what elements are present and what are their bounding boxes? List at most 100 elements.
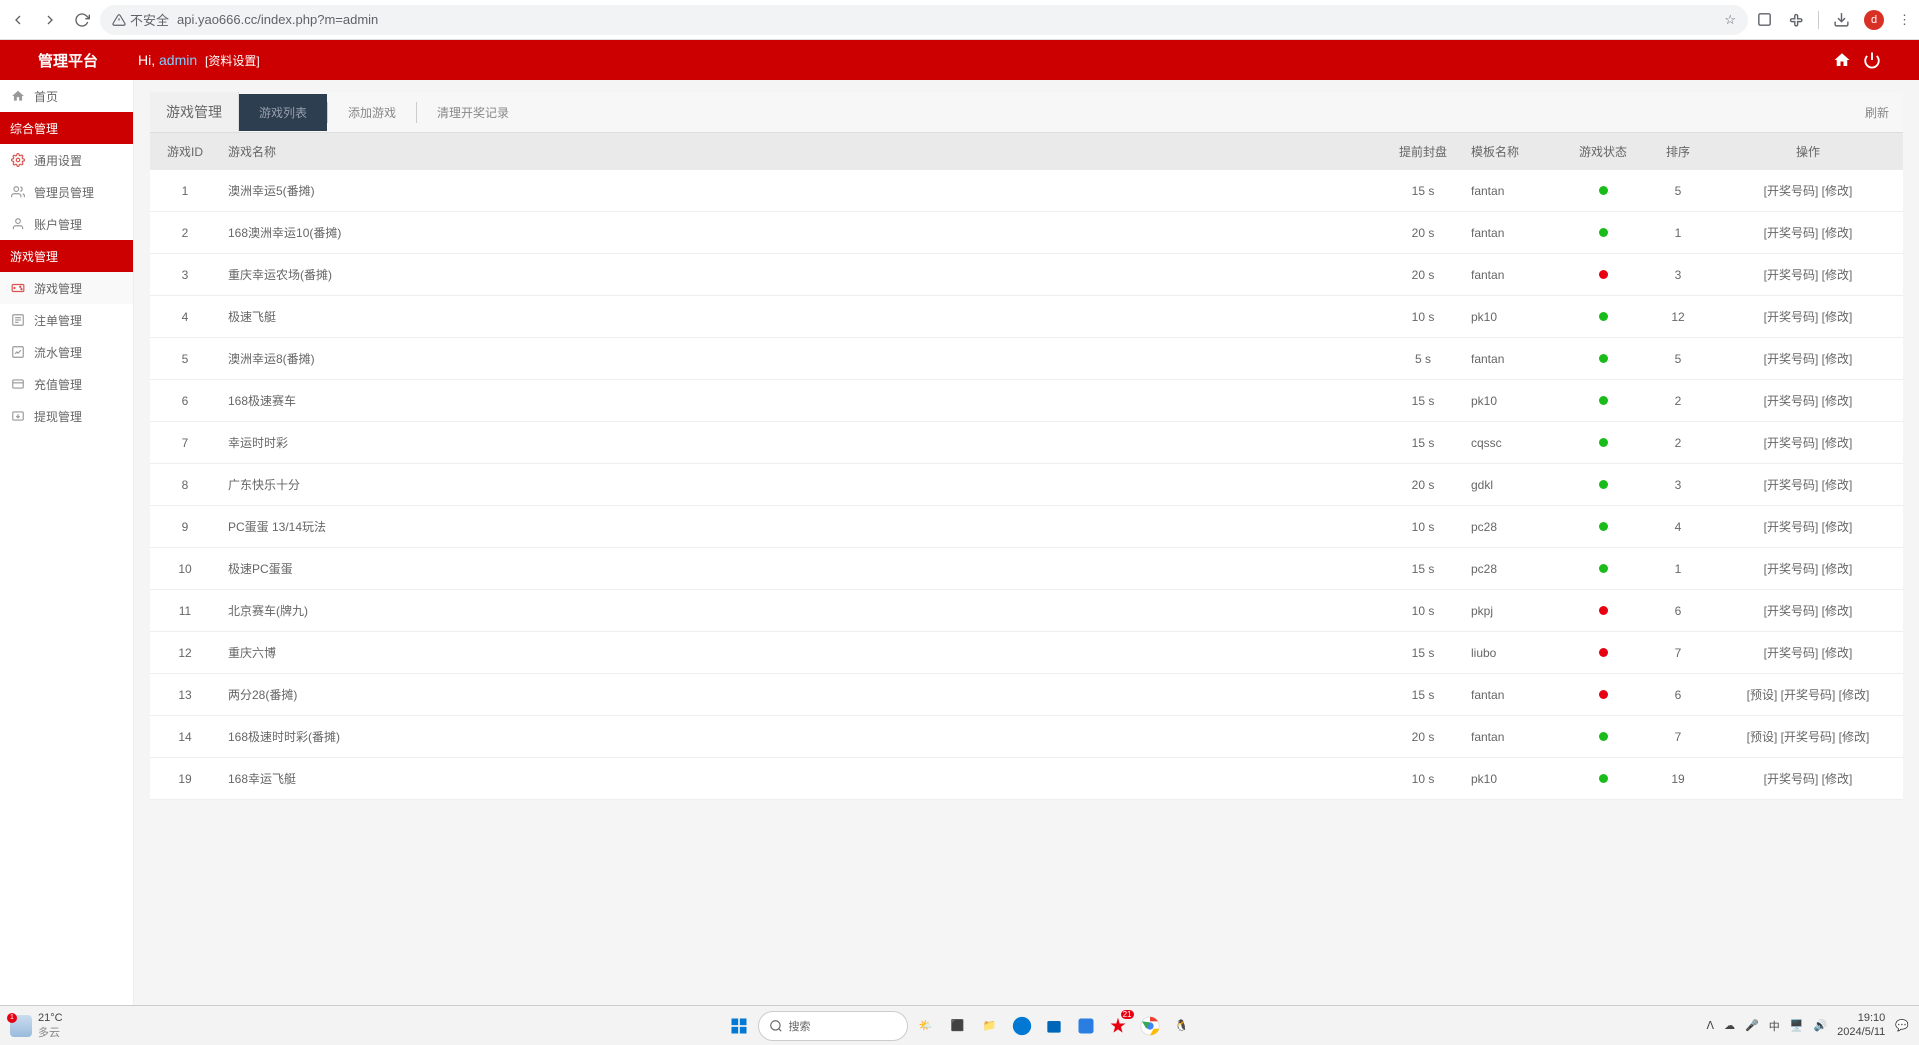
refresh-button[interactable]: 刷新 bbox=[1851, 94, 1903, 131]
op-edit[interactable]: [修改] bbox=[1822, 562, 1853, 576]
op-lottery[interactable]: [开奖号码] bbox=[1764, 772, 1819, 786]
op-lottery[interactable]: [开奖号码] bbox=[1764, 394, 1819, 408]
op-edit[interactable]: [修改] bbox=[1822, 184, 1853, 198]
op-lottery[interactable]: [开奖号码] bbox=[1764, 226, 1819, 240]
taskbar-app-chrome[interactable] bbox=[1136, 1012, 1164, 1040]
op-edit[interactable]: [修改] bbox=[1822, 772, 1853, 786]
op-edit[interactable]: [修改] bbox=[1822, 478, 1853, 492]
op-lottery[interactable]: [开奖号码] bbox=[1764, 646, 1819, 660]
op-edit[interactable]: [修改] bbox=[1822, 394, 1853, 408]
home-icon[interactable] bbox=[1833, 51, 1851, 69]
op-lottery[interactable]: [开奖号码] bbox=[1764, 562, 1819, 576]
cell-tpl: pc28 bbox=[1463, 506, 1563, 548]
cell-sort: 7 bbox=[1643, 632, 1713, 674]
start-button[interactable] bbox=[724, 1011, 754, 1041]
tray-cloud-icon[interactable]: ☁ bbox=[1724, 1019, 1735, 1032]
sidebar-item-recharge-manage[interactable]: 充值管理 bbox=[0, 368, 133, 400]
op-lottery[interactable]: [开奖号码] bbox=[1764, 268, 1819, 282]
taskbar-weather[interactable]: 1 21°C 多云 bbox=[10, 1012, 63, 1040]
op-edit[interactable]: [修改] bbox=[1822, 268, 1853, 282]
tray-network-icon[interactable]: 🖥️ bbox=[1790, 1019, 1804, 1032]
browser-reload-button[interactable] bbox=[72, 10, 92, 30]
taskbar-search[interactable]: 搜索 bbox=[758, 1011, 908, 1041]
download-icon[interactable] bbox=[1833, 11, 1850, 28]
power-icon[interactable] bbox=[1863, 51, 1881, 69]
list-icon bbox=[10, 312, 26, 328]
op-edit[interactable]: [修改] bbox=[1839, 730, 1870, 744]
browser-back-button[interactable] bbox=[8, 10, 28, 30]
taskbar-app-store[interactable] bbox=[1040, 1012, 1068, 1040]
op-edit[interactable]: [修改] bbox=[1822, 310, 1853, 324]
url-bar[interactable]: 不安全 api.yao666.cc/index.php?m=admin ☆ bbox=[100, 5, 1748, 35]
tray-ime[interactable]: 中 bbox=[1769, 1018, 1780, 1034]
cell-tpl: liubo bbox=[1463, 632, 1563, 674]
taskbar-app-1[interactable]: 🌤️ bbox=[912, 1012, 940, 1040]
sidebar-item-order-manage[interactable]: 注单管理 bbox=[0, 304, 133, 336]
sidebar-item-admin-manage[interactable]: 管理员管理 bbox=[0, 176, 133, 208]
sidebar-item-withdraw-manage[interactable]: 提现管理 bbox=[0, 400, 133, 432]
username: admin bbox=[159, 52, 197, 68]
op-lottery[interactable]: [开奖号码] bbox=[1764, 604, 1819, 618]
cell-tpl: fantan bbox=[1463, 170, 1563, 212]
op-edit[interactable]: [修改] bbox=[1822, 436, 1853, 450]
sidebar-item-home[interactable]: 首页 bbox=[0, 80, 133, 112]
tray-mic-icon[interactable]: 🎤 bbox=[1745, 1019, 1759, 1032]
cell-status bbox=[1563, 590, 1643, 632]
taskbar-app-edge[interactable] bbox=[1008, 1012, 1036, 1040]
op-lottery[interactable]: [开奖号码] bbox=[1764, 478, 1819, 492]
sidebar-item-label: 通用设置 bbox=[34, 152, 82, 169]
kebab-icon[interactable]: ⋮ bbox=[1898, 12, 1911, 28]
table-row: 3重庆幸运农场(番摊)20 sfantan3[开奖号码] [修改] bbox=[150, 254, 1903, 296]
taskbar-app-explorer[interactable]: 📁 bbox=[976, 1012, 1004, 1040]
taskbar-app-2[interactable]: ⬛ bbox=[944, 1012, 972, 1040]
sidebar-item-game-manage[interactable]: 游戏管理 bbox=[0, 272, 133, 304]
tray-chevron-icon[interactable]: ᐱ bbox=[1707, 1019, 1715, 1032]
puzzle-icon[interactable] bbox=[1787, 11, 1804, 28]
cell-sort: 19 bbox=[1643, 758, 1713, 800]
op-lottery[interactable]: [开奖号码] bbox=[1764, 352, 1819, 366]
op-edit[interactable]: [修改] bbox=[1822, 520, 1853, 534]
table-row: 2168澳洲幸运10(番摊)20 sfantan1[开奖号码] [修改] bbox=[150, 212, 1903, 254]
extensions-icon[interactable] bbox=[1756, 11, 1773, 28]
cell-tpl: fantan bbox=[1463, 338, 1563, 380]
op-preset[interactable]: [预设] bbox=[1747, 730, 1778, 744]
op-edit[interactable]: [修改] bbox=[1822, 604, 1853, 618]
op-preset[interactable]: [预设] bbox=[1747, 688, 1778, 702]
op-edit[interactable]: [修改] bbox=[1839, 688, 1870, 702]
tray-clock[interactable]: 19:10 2024/5/11 bbox=[1837, 1012, 1885, 1038]
tab-add-game[interactable]: 添加游戏 bbox=[328, 94, 416, 131]
cell-ops: [开奖号码] [修改] bbox=[1713, 254, 1903, 296]
cell-close: 10 s bbox=[1383, 758, 1463, 800]
profile-settings-link[interactable]: [资料设置] bbox=[205, 54, 260, 68]
sidebar-item-flow-manage[interactable]: 流水管理 bbox=[0, 336, 133, 368]
profile-icon[interactable]: d bbox=[1864, 10, 1884, 30]
star-icon[interactable]: ☆ bbox=[1724, 12, 1736, 28]
tab-clear-records[interactable]: 清理开奖记录 bbox=[417, 94, 529, 131]
status-dot-icon bbox=[1599, 732, 1608, 741]
taskbar-app-3[interactable] bbox=[1072, 1012, 1100, 1040]
op-lottery[interactable]: [开奖号码] bbox=[1764, 310, 1819, 324]
table-row: 7幸运时时彩15 scqssc2[开奖号码] [修改] bbox=[150, 422, 1903, 464]
op-lottery[interactable]: [开奖号码] bbox=[1764, 520, 1819, 534]
status-dot-icon bbox=[1599, 690, 1608, 699]
op-lottery[interactable]: [开奖号码] bbox=[1781, 730, 1836, 744]
tray-volume-icon[interactable]: 🔊 bbox=[1813, 1019, 1827, 1032]
taskbar-app-qq[interactable]: 🐧 bbox=[1168, 1012, 1196, 1040]
cell-id: 4 bbox=[150, 296, 220, 338]
op-lottery[interactable]: [开奖号码] bbox=[1781, 688, 1836, 702]
browser-forward-button[interactable] bbox=[40, 10, 60, 30]
taskbar-app-4[interactable]: 21 bbox=[1104, 1012, 1132, 1040]
tab-game-list[interactable]: 游戏列表 bbox=[239, 94, 327, 131]
op-edit[interactable]: [修改] bbox=[1822, 646, 1853, 660]
cell-status bbox=[1563, 716, 1643, 758]
cell-id: 5 bbox=[150, 338, 220, 380]
cell-id: 7 bbox=[150, 422, 220, 464]
op-lottery[interactable]: [开奖号码] bbox=[1764, 436, 1819, 450]
sidebar-item-account[interactable]: 账户管理 bbox=[0, 208, 133, 240]
op-edit[interactable]: [修改] bbox=[1822, 226, 1853, 240]
op-edit[interactable]: [修改] bbox=[1822, 352, 1853, 366]
cell-close: 15 s bbox=[1383, 380, 1463, 422]
op-lottery[interactable]: [开奖号码] bbox=[1764, 184, 1819, 198]
tray-notifications-icon[interactable]: 💬 bbox=[1895, 1019, 1909, 1032]
sidebar-item-general-settings[interactable]: 通用设置 bbox=[0, 144, 133, 176]
